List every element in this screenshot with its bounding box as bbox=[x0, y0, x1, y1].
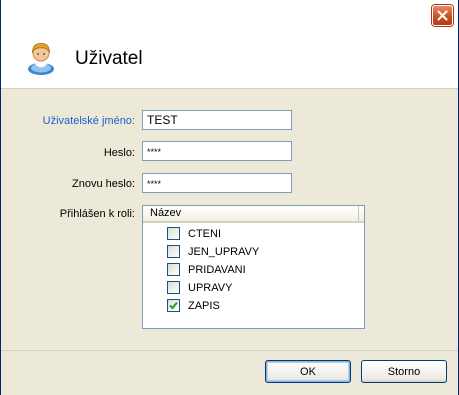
role-label: UPRAVY bbox=[188, 281, 233, 294]
username-input[interactable] bbox=[142, 110, 292, 130]
list-item[interactable]: JEN_UPRAVY bbox=[167, 243, 259, 260]
list-header: Název bbox=[143, 206, 364, 223]
password-repeat-label: Znovu heslo: bbox=[72, 178, 135, 190]
role-checkbox[interactable] bbox=[167, 263, 180, 276]
title-bar bbox=[1, 0, 458, 30]
dialog-title: Uživatel bbox=[75, 48, 143, 69]
password-repeat-input[interactable] bbox=[142, 173, 292, 193]
close-button[interactable] bbox=[432, 5, 453, 26]
list-item[interactable]: UPRAVY bbox=[167, 279, 232, 296]
role-label: CTENI bbox=[188, 227, 221, 240]
role-label: PRIDAVANI bbox=[188, 263, 246, 276]
password-label: Heslo: bbox=[103, 147, 135, 159]
role-label: JEN_UPRAVY bbox=[188, 245, 260, 258]
list-item[interactable]: ZAPIS bbox=[167, 297, 220, 314]
checkmark-icon bbox=[169, 301, 178, 310]
close-icon bbox=[437, 10, 448, 21]
list-item[interactable]: PRIDAVANI bbox=[167, 261, 246, 278]
username-label: Uživatelské jméno: bbox=[42, 115, 135, 127]
role-checkbox[interactable] bbox=[167, 227, 180, 240]
dialog-window: Uživatel Uživatelské jméno: Heslo: Znovu… bbox=[0, 0, 459, 395]
list-item[interactable]: CTENI bbox=[167, 225, 221, 242]
role-checkbox-checked[interactable] bbox=[167, 299, 180, 312]
roles-list[interactable]: Název CTENI JEN_UPRAVY PRIDAVANI UPRAVY … bbox=[142, 205, 365, 329]
role-checkbox[interactable] bbox=[167, 245, 180, 258]
role-label: ZAPIS bbox=[188, 299, 220, 312]
role-checkbox[interactable] bbox=[167, 281, 180, 294]
ok-button[interactable]: OK bbox=[265, 360, 351, 383]
cancel-button[interactable]: Storno bbox=[361, 360, 447, 383]
roles-label: Přihlášen k roli: bbox=[59, 208, 135, 220]
dialog-header: Uživatel bbox=[1, 30, 458, 89]
column-header-name[interactable]: Název bbox=[143, 206, 359, 221]
user-icon bbox=[28, 43, 54, 75]
password-input[interactable] bbox=[142, 141, 292, 161]
